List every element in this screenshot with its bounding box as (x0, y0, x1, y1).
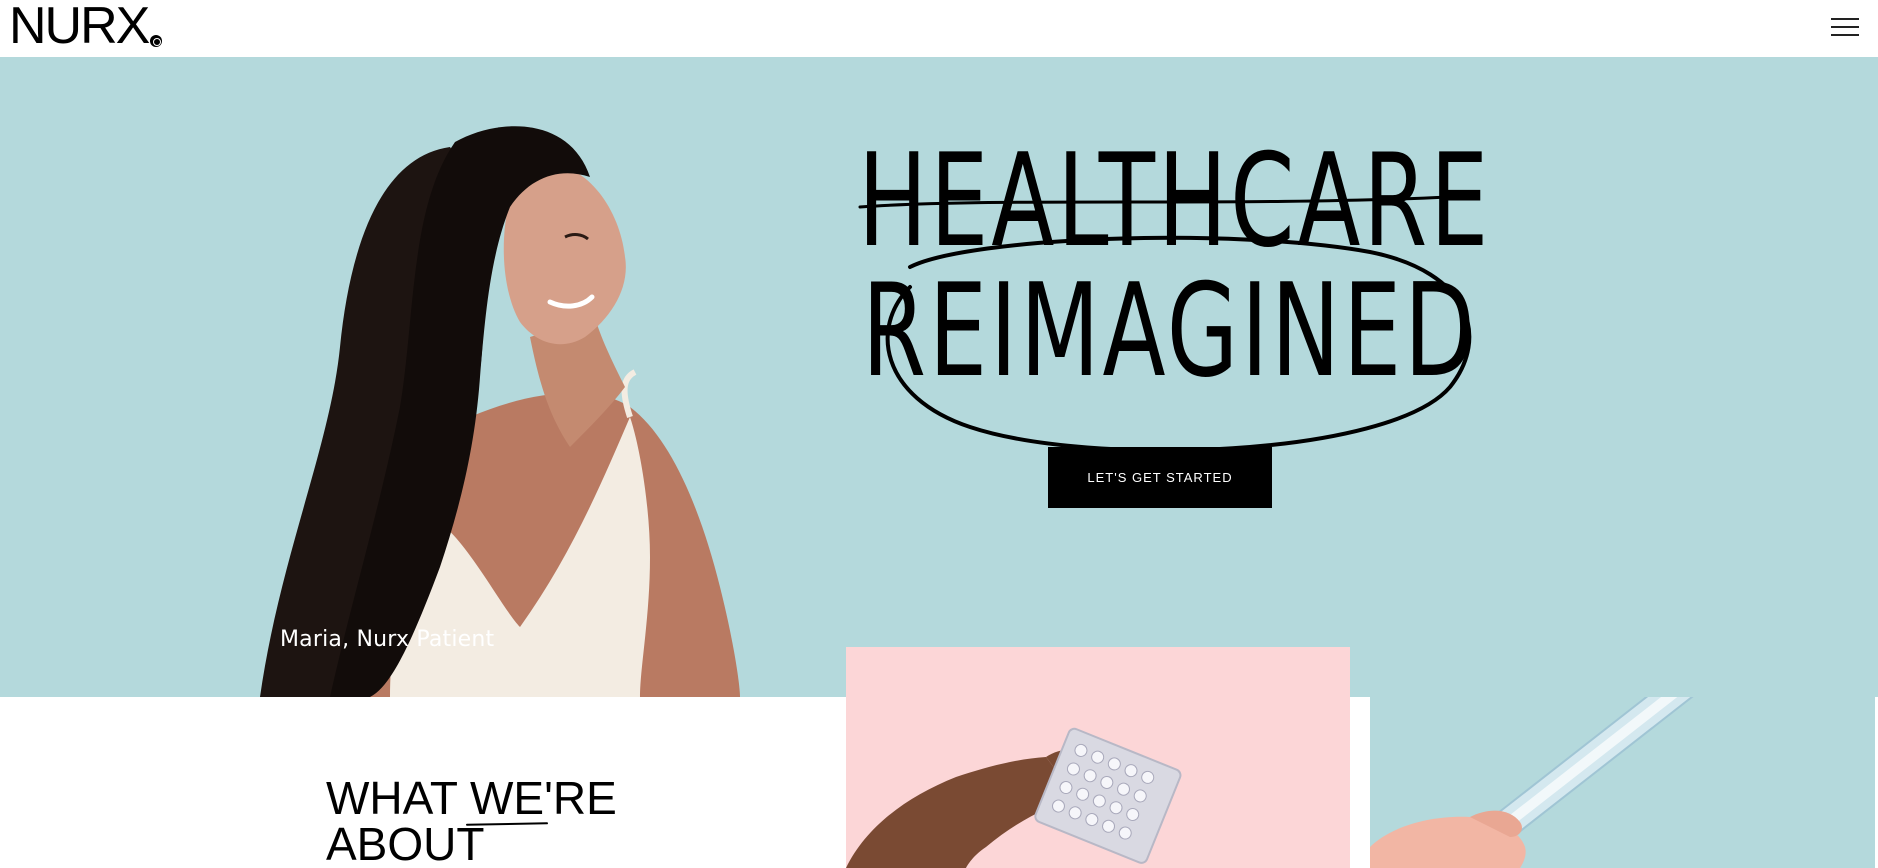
about-section: WHAT WE'RE ABOUT (0, 697, 846, 868)
hero-headline: HEALTHCARE REIMAGINED (850, 87, 1490, 487)
birth-control-card[interactable] (846, 647, 1350, 868)
hero-section: Maria, Nurx Patient HEALTHCARE REIMAGINE… (0, 57, 1878, 697)
site-header: NURX (0, 0, 1878, 57)
blue-card-top-strip (1350, 647, 1875, 697)
card-gap (1350, 697, 1370, 868)
patient-photo (260, 126, 740, 697)
about-heading-word-we: WE (469, 772, 545, 824)
logo-text: NURX (9, 0, 150, 55)
about-heading-line-2: ABOUT (326, 818, 485, 868)
about-heading-word-what: WHAT (326, 772, 458, 824)
nurx-logo[interactable]: NURX (9, 0, 163, 55)
testing-card[interactable] (1370, 697, 1875, 868)
pill-pack-image (846, 727, 1182, 868)
logo-dot-icon (150, 35, 163, 47)
hamburger-menu-icon[interactable] (1829, 14, 1861, 40)
about-heading: WHAT WE'RE ABOUT (326, 775, 617, 867)
test-tube-image (1370, 697, 1750, 868)
headline-oval-scribble (858, 195, 1472, 453)
about-heading-word-re: 'RE (544, 772, 617, 824)
get-started-button[interactable]: LET'S GET STARTED (1048, 447, 1272, 508)
patient-caption: Maria, Nurx Patient (280, 627, 495, 652)
